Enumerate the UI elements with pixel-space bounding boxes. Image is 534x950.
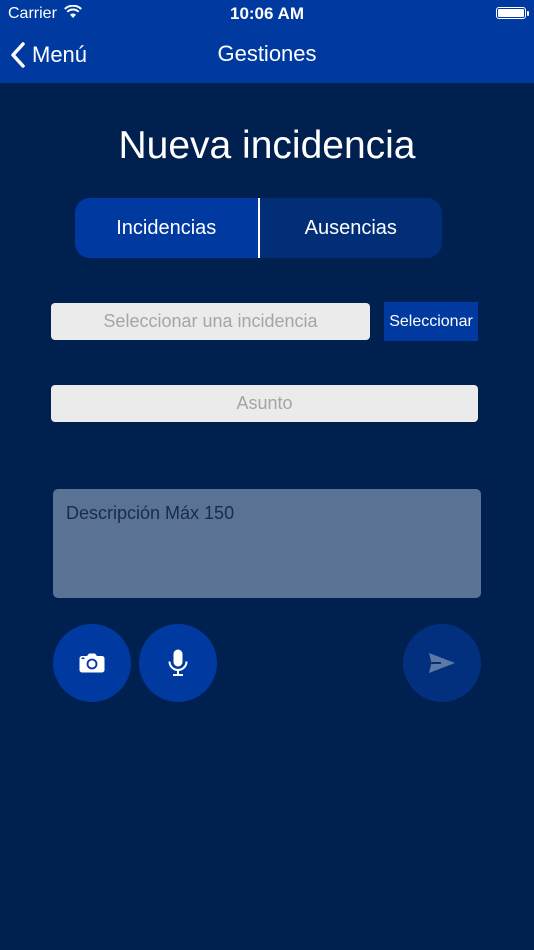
battery-icon — [496, 7, 529, 19]
nav-title: Gestiones — [217, 41, 317, 66]
send-button[interactable] — [403, 624, 481, 702]
select-button[interactable]: Seleccionar — [384, 302, 478, 341]
camera-button[interactable] — [53, 624, 131, 702]
segment-ausencias[interactable]: Ausencias — [260, 198, 443, 258]
description-textarea[interactable] — [53, 489, 481, 598]
send-icon — [429, 653, 455, 673]
microphone-icon — [168, 649, 188, 676]
asunto-input[interactable] — [51, 385, 478, 422]
navigation-bar: Carrier 10:06 AM Menú Gestiones — [0, 0, 534, 83]
segmented-control: Incidencias Ausencias — [75, 198, 442, 258]
status-bar: Carrier 10:06 AM — [0, 0, 534, 28]
microphone-button[interactable] — [139, 624, 217, 702]
incidencia-input[interactable] — [51, 303, 370, 340]
camera-icon — [79, 653, 105, 673]
segment-incidencias[interactable]: Incidencias — [75, 198, 260, 258]
page-title: Nueva incidencia — [118, 124, 416, 167]
status-time: 10:06 AM — [229, 4, 304, 23]
